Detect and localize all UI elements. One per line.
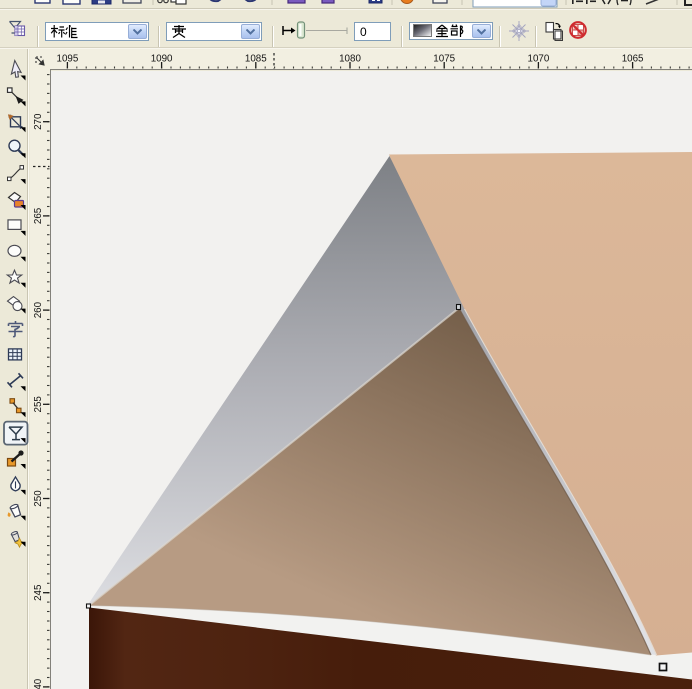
- svg-text:1070: 1070: [528, 54, 550, 65]
- svg-text:245: 245: [33, 584, 44, 601]
- svg-text:1080: 1080: [339, 54, 361, 65]
- svg-text:1095: 1095: [57, 54, 79, 65]
- svg-text:1065: 1065: [622, 54, 644, 65]
- svg-text:1090: 1090: [151, 54, 173, 65]
- svg-text:265: 265: [33, 207, 44, 224]
- svg-text:255: 255: [33, 396, 44, 413]
- svg-text:270: 270: [33, 113, 44, 130]
- svg-text:250: 250: [33, 490, 44, 507]
- svg-text:1085: 1085: [245, 54, 267, 65]
- svg-text:260: 260: [33, 301, 44, 318]
- svg-text:1075: 1075: [433, 54, 455, 65]
- svg-text:240: 240: [33, 678, 44, 689]
